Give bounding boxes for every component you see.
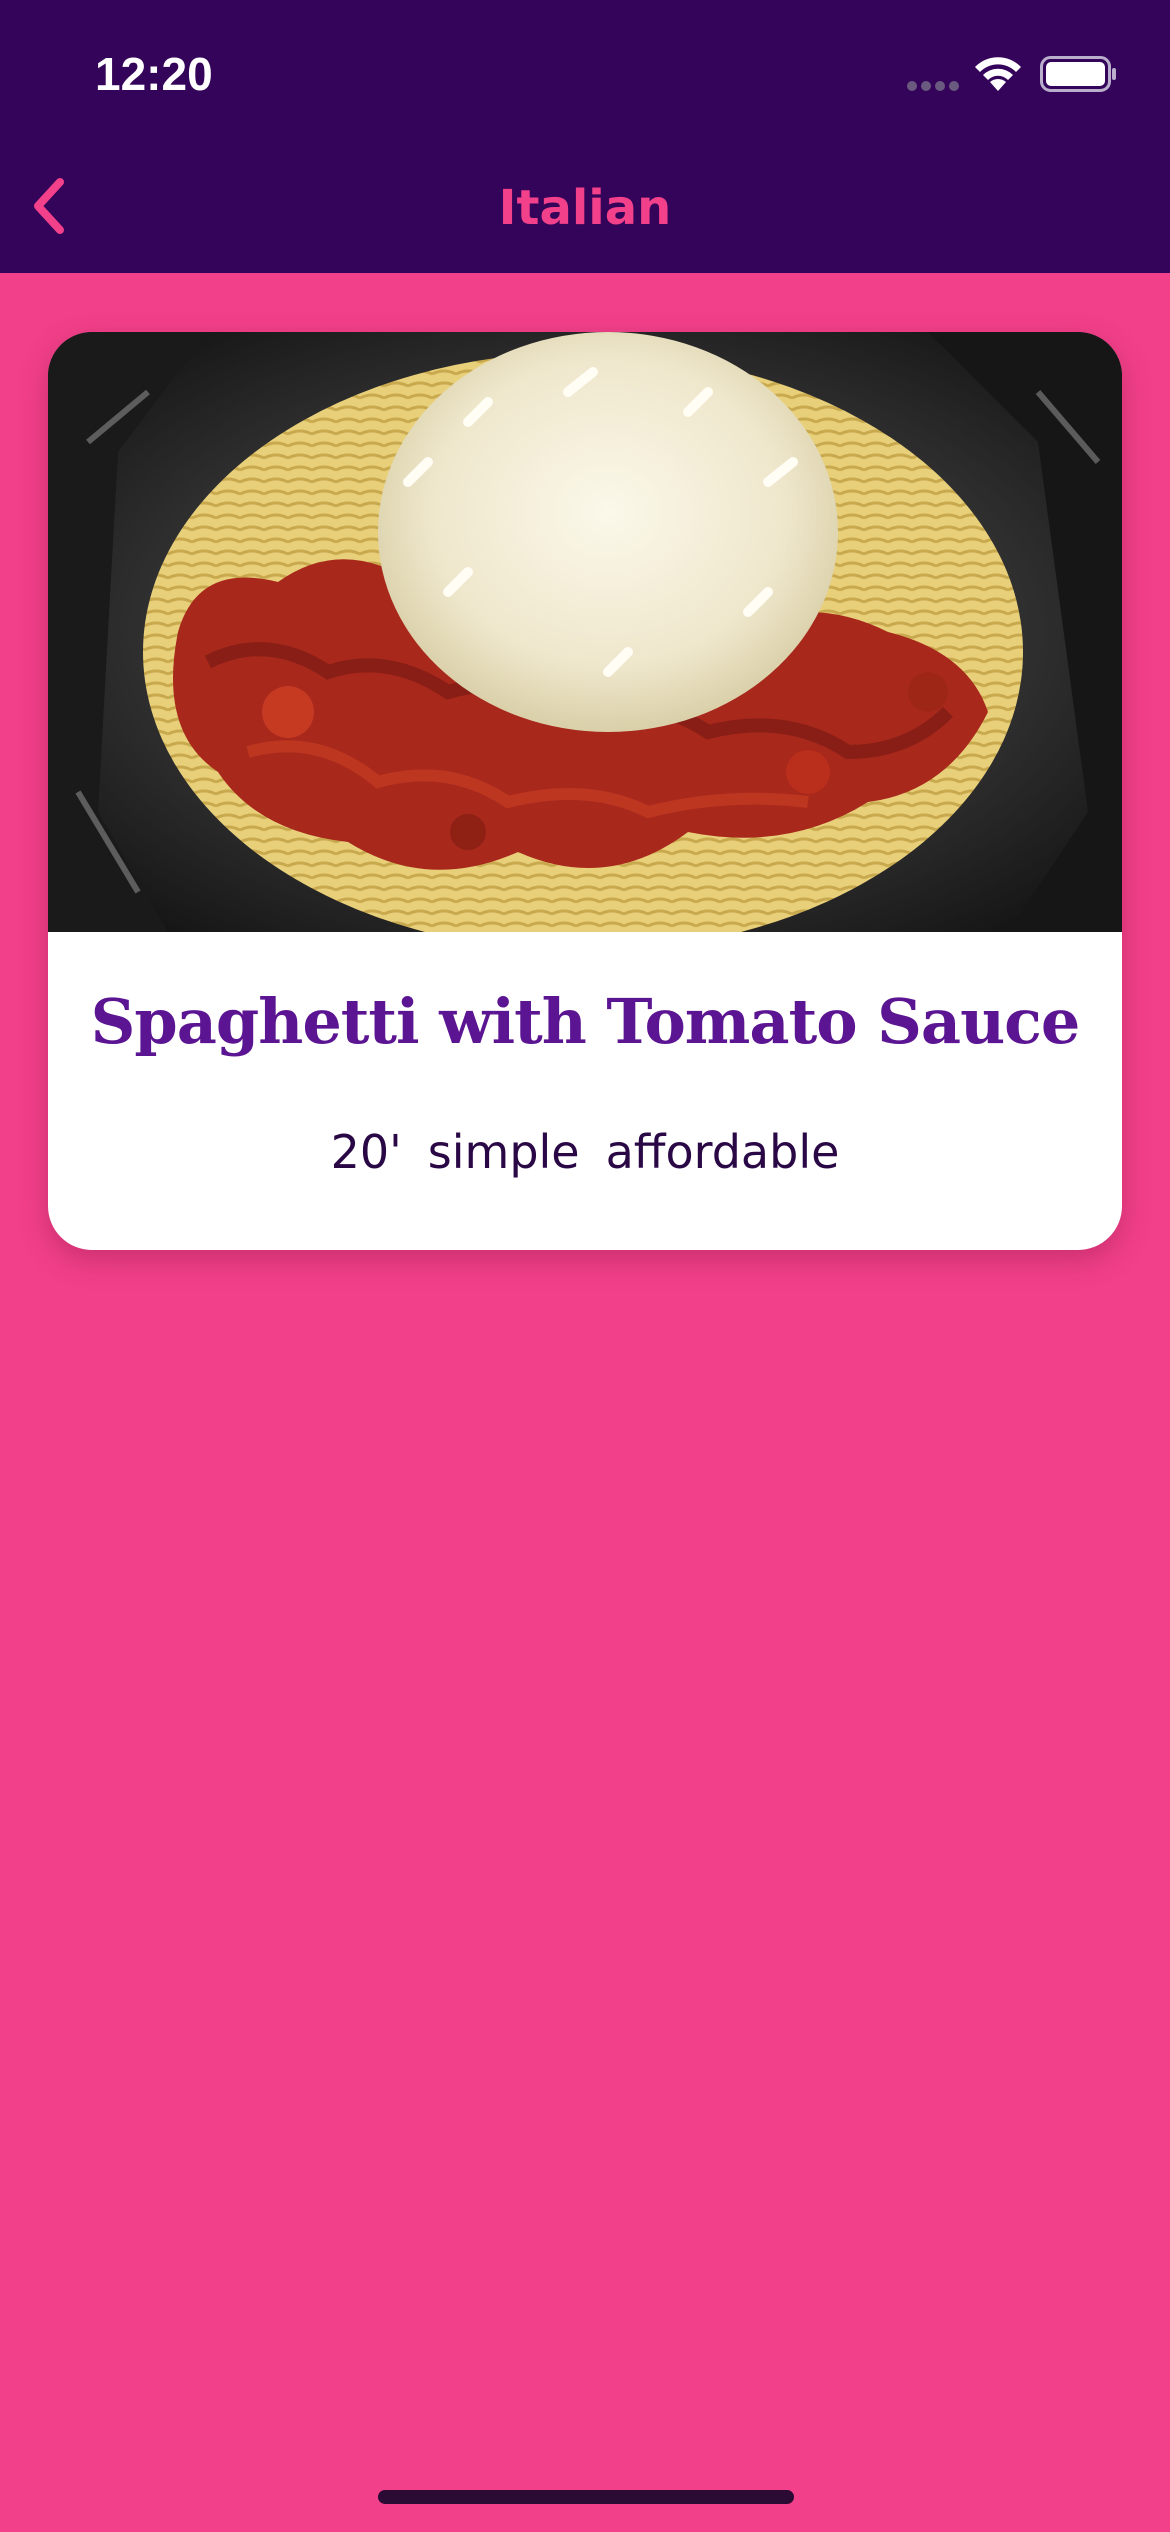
meal-affordability: affordable: [605, 1125, 840, 1179]
meal-details: 20' simple affordable: [48, 1122, 1122, 1182]
page-title: Italian: [498, 180, 672, 236]
home-indicator[interactable]: [378, 2490, 794, 2504]
status-time: 12:20: [95, 48, 213, 100]
meal-card[interactable]: Spaghetti with Tomato Sauce 20' simple a…: [48, 332, 1122, 1250]
meal-title: Spaghetti with Tomato Sauce: [90, 985, 1081, 1058]
meal-duration: 20': [330, 1125, 402, 1179]
wifi-icon: [975, 57, 1021, 91]
app-header: 12:20 Italian: [0, 0, 1170, 273]
meal-complexity: simple: [427, 1125, 580, 1179]
meal-image: [48, 332, 1122, 932]
battery-icon: [1040, 56, 1116, 92]
cellular-signal-icon: [907, 81, 959, 91]
